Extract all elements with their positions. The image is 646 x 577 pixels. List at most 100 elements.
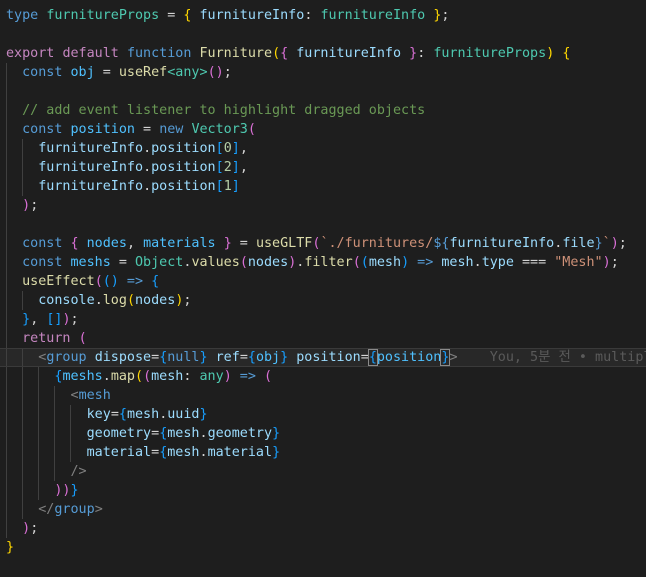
punctuation: , — [239, 141, 248, 156]
code-line-21[interactable]: <mesh — [0, 386, 646, 405]
property: position — [151, 179, 216, 194]
punctuation: : — [183, 369, 200, 384]
code-line-11[interactable]: ); — [0, 196, 646, 215]
bracket: ) — [22, 521, 31, 536]
keyword: new — [159, 122, 184, 137]
punctuation: ; — [183, 293, 192, 308]
code-line-18[interactable]: return ( — [0, 329, 646, 348]
variable: nodes — [247, 255, 289, 270]
bracket: ) — [223, 369, 232, 384]
keyword: const — [22, 65, 63, 80]
bracket: () — [102, 274, 119, 289]
code-line-2[interactable] — [0, 25, 646, 44]
indent-guide — [6, 367, 7, 386]
bracket: } — [70, 483, 79, 498]
bracket: ( — [360, 255, 369, 270]
indent-guide — [6, 310, 7, 329]
punctuation: ; — [618, 236, 627, 251]
code-editor[interactable]: type furnitureProps = { furnitureInfo: f… — [0, 0, 646, 577]
bracket: ( — [239, 255, 248, 270]
code-line-10[interactable]: furnitureInfo.position[1] — [0, 177, 646, 196]
variable: furnitureInfo — [38, 160, 144, 175]
bracket: { — [247, 350, 256, 365]
code-line-17[interactable]: }, []); — [0, 310, 646, 329]
indent-guide — [22, 443, 23, 462]
property: file — [562, 236, 595, 251]
indent-guide — [22, 349, 23, 366]
bracket: ( — [247, 122, 256, 137]
bracket: ( — [272, 46, 281, 61]
code-line-14[interactable]: const meshs = Object.values(nodes).filte… — [0, 253, 646, 272]
bracket: [ — [215, 141, 224, 156]
code-line-1[interactable]: type furnitureProps = { furnitureInfo: f… — [0, 6, 646, 25]
bracket: ) — [401, 255, 410, 270]
code-line-27[interactable]: </group> — [0, 500, 646, 519]
arrow-operator: => — [118, 274, 152, 289]
code-line-9[interactable]: furnitureInfo.position[2], — [0, 158, 646, 177]
code-line-22[interactable]: key={mesh.uuid} — [0, 405, 646, 424]
code-line-26[interactable]: ))} — [0, 481, 646, 500]
keyword: type — [6, 8, 39, 23]
bracket: } — [6, 540, 15, 555]
punctuation: ; — [223, 65, 232, 80]
bracket: ( — [207, 65, 216, 80]
code-line-19[interactable]: <group dispose={null} ref={obj} position… — [0, 348, 646, 367]
code-line-8[interactable]: furnitureInfo.position[0], — [0, 139, 646, 158]
keyword: const — [22, 122, 63, 137]
punctuation: , — [239, 160, 248, 175]
indent-guide — [38, 367, 39, 386]
tag-name: group — [46, 350, 87, 365]
code-line-16[interactable]: console.log(nodes); — [0, 291, 646, 310]
code-line-4[interactable]: const obj = useRef<any>(); — [0, 63, 646, 82]
indent-guide — [22, 291, 23, 310]
indent-guide — [38, 424, 39, 443]
indent-guide — [6, 196, 7, 215]
indent-guide — [22, 158, 23, 177]
indent-guide — [22, 139, 23, 158]
code-line-7[interactable]: const position = new Vector3( — [0, 120, 646, 139]
code-line-24[interactable]: material={mesh.material} — [0, 443, 646, 462]
bracket: { — [280, 46, 289, 61]
code-line-23[interactable]: geometry={mesh.geometry} — [0, 424, 646, 443]
indent-guide — [54, 405, 55, 424]
variable: meshs — [62, 369, 103, 384]
bracket: } — [199, 350, 208, 365]
variable: mesh — [441, 255, 474, 270]
git-blame-annotation[interactable]: You, 5분 전 • multipl — [490, 350, 646, 365]
indent-guide — [70, 424, 71, 443]
code-line-13[interactable]: const { nodes, materials } = useGLTF(`./… — [0, 234, 646, 253]
indent-guide — [6, 158, 7, 177]
bracket: } — [272, 426, 281, 441]
indent-guide — [38, 386, 39, 405]
indent-guide — [54, 462, 55, 481]
tag-bracket: > — [449, 350, 458, 365]
code-line-3[interactable]: export default function Furniture({ furn… — [0, 44, 646, 63]
code-line-29[interactable]: } — [0, 538, 646, 557]
keyword: const — [22, 236, 63, 251]
variable: position — [70, 122, 136, 137]
punctuation: : — [417, 46, 434, 61]
template-punctuation: } — [594, 236, 603, 251]
indent-guide — [22, 405, 23, 424]
code-line-15[interactable]: useEffect(() => { — [0, 272, 646, 291]
function-name: useGLTF — [255, 236, 313, 251]
code-line-28[interactable]: ); — [0, 519, 646, 538]
indent-guide — [70, 405, 71, 424]
indent-guide — [6, 120, 7, 139]
tag-name: group — [54, 502, 95, 517]
code-line-6[interactable]: // add event listener to highlight dragg… — [0, 101, 646, 120]
code-line-12[interactable] — [0, 215, 646, 234]
code-line-25[interactable]: /> — [0, 462, 646, 481]
keyword: export — [6, 46, 55, 61]
operator: = — [151, 445, 160, 460]
punctuation: , — [126, 236, 144, 251]
code-line-5[interactable] — [0, 82, 646, 101]
operator: = — [135, 122, 160, 137]
indent-guide — [38, 481, 39, 500]
indent-guide — [6, 234, 7, 253]
type-name: furnitureProps — [433, 46, 547, 61]
bracket: } — [280, 350, 289, 365]
code-line-20[interactable]: {meshs.map((mesh: any) => ( — [0, 367, 646, 386]
bracket: ) — [602, 255, 611, 270]
operator: === — [513, 255, 555, 270]
